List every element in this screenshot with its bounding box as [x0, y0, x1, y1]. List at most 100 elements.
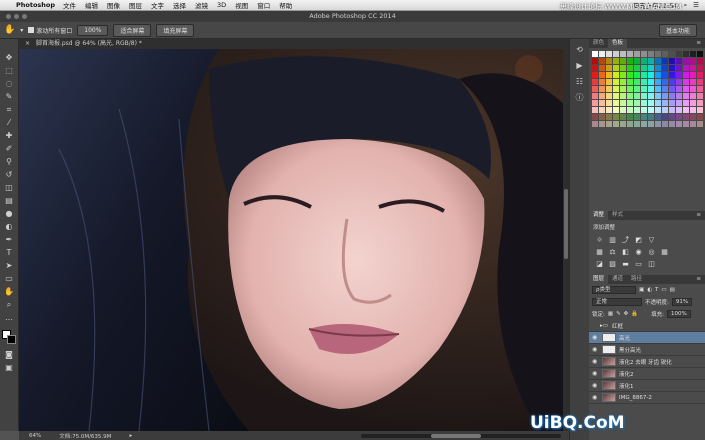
color-swatch[interactable] [634, 93, 640, 99]
color-swatch[interactable] [627, 86, 633, 92]
color-swatch[interactable] [662, 79, 668, 85]
menu-type[interactable]: 文字 [151, 0, 164, 10]
zoom-level[interactable]: 64% [29, 433, 41, 439]
color-swatch[interactable] [655, 100, 661, 106]
status-arrow-icon[interactable]: ▸ [129, 433, 132, 439]
color-swatch[interactable] [606, 72, 612, 78]
lock-pixels-icon[interactable]: ▦ [608, 311, 613, 317]
color-swatch[interactable] [655, 107, 661, 113]
color-swatch[interactable] [676, 114, 682, 120]
color-swatch[interactable] [613, 107, 619, 113]
color-swatch[interactable] [683, 51, 689, 57]
color-swatch[interactable] [592, 79, 598, 85]
color-swatch[interactable] [627, 121, 633, 127]
color-swatch[interactable] [592, 121, 598, 127]
brush-tool-icon[interactable]: ✐ [2, 142, 16, 155]
color-swatch[interactable] [683, 107, 689, 113]
layer-row[interactable]: ◉ IMG_8867-2 [589, 392, 705, 404]
color-swatch[interactable] [599, 86, 605, 92]
color-swatch[interactable] [606, 51, 612, 57]
visibility-eye-icon[interactable]: ◉ [592, 358, 600, 365]
color-swatch[interactable] [613, 114, 619, 120]
menu-filter[interactable]: 滤镜 [195, 0, 208, 10]
layer-filter-kind[interactable]: ρ类型 [592, 286, 636, 294]
color-swatch[interactable] [676, 100, 682, 106]
channel-mixer-icon[interactable]: ◎ [647, 248, 656, 256]
layer-row[interactable]: ▸ ▭ 红框 [589, 320, 705, 332]
menu-edit[interactable]: 编辑 [85, 0, 98, 10]
color-swatch[interactable] [676, 86, 682, 92]
minimize-window-button[interactable] [14, 14, 19, 19]
vibrance-icon[interactable]: ▽ [647, 236, 656, 244]
color-swatch[interactable] [613, 65, 619, 71]
color-swatch[interactable] [648, 107, 654, 113]
fit-screen-button[interactable]: 适合屏幕 [113, 23, 152, 37]
color-swatch[interactable] [620, 79, 626, 85]
properties-panel-icon[interactable]: ☷ [574, 75, 586, 87]
blur-tool-icon[interactable]: ● [2, 207, 16, 220]
color-swatch[interactable] [676, 93, 682, 99]
color-swatch[interactable] [683, 121, 689, 127]
move-tool-icon[interactable]: ✥ [2, 51, 16, 64]
exposure-icon[interactable]: ◩ [634, 236, 643, 244]
color-swatch[interactable] [669, 58, 675, 64]
color-swatch[interactable] [599, 93, 605, 99]
photo-filter-icon[interactable]: ◉ [634, 248, 643, 256]
curves-icon[interactable]: ⤴ [621, 236, 630, 244]
color-swatch[interactable] [634, 107, 640, 113]
color-swatch[interactable] [697, 100, 703, 106]
color-swatch[interactable] [648, 114, 654, 120]
color-swatch[interactable] [634, 51, 640, 57]
color-swatch[interactable] [627, 107, 633, 113]
color-swatch[interactable] [648, 93, 654, 99]
color-swatch[interactable] [592, 114, 598, 120]
color-swatch[interactable] [634, 65, 640, 71]
color-swatch[interactable] [599, 100, 605, 106]
color-swatch[interactable] [648, 79, 654, 85]
color-swatch[interactable] [662, 86, 668, 92]
menu-select[interactable]: 选择 [173, 0, 186, 10]
tab-adjustments[interactable]: 调整 [589, 211, 609, 220]
color-swatch[interactable] [620, 114, 626, 120]
color-swatch[interactable] [655, 58, 661, 64]
background-color-swatch[interactable] [7, 335, 16, 344]
color-swatch[interactable] [627, 65, 633, 71]
color-swatch[interactable] [599, 72, 605, 78]
invert-icon[interactable]: ◪ [595, 260, 604, 268]
clone-stamp-tool-icon[interactable]: ⚲ [2, 155, 16, 168]
color-swatch[interactable] [697, 79, 703, 85]
color-swatch[interactable] [662, 107, 668, 113]
tool-preset-dropdown[interactable]: ▾ [20, 27, 23, 34]
tab-color[interactable]: 颜色 [589, 39, 608, 48]
history-panel-icon[interactable]: ⟲ [574, 43, 586, 55]
color-swatch[interactable] [676, 58, 682, 64]
color-swatch[interactable] [676, 65, 682, 71]
color-swatch[interactable] [683, 79, 689, 85]
color-balance-icon[interactable]: ⚖ [608, 248, 617, 256]
type-tool-icon[interactable]: T [2, 246, 16, 259]
filter-smart-icon[interactable]: ▤ [670, 287, 675, 293]
color-swatch[interactable] [620, 58, 626, 64]
screen-mode-icon[interactable]: ▣ [2, 361, 16, 374]
color-swatch[interactable] [613, 58, 619, 64]
color-swatch[interactable] [627, 79, 633, 85]
color-swatch[interactable] [634, 114, 640, 120]
color-lookup-icon[interactable]: ▦ [660, 248, 669, 256]
zoom-100-button[interactable]: 100% [77, 24, 109, 36]
lock-all-icon[interactable]: 🔒 [631, 311, 638, 317]
color-swatch[interactable] [669, 72, 675, 78]
lasso-tool-icon[interactable]: ◌ [2, 77, 16, 90]
color-swatch[interactable] [697, 65, 703, 71]
color-swatch[interactable] [592, 72, 598, 78]
color-swatch[interactable] [697, 86, 703, 92]
color-swatch[interactable] [634, 86, 640, 92]
color-swatch[interactable] [697, 107, 703, 113]
color-swatch[interactable] [599, 114, 605, 120]
color-swatch[interactable] [676, 51, 682, 57]
menu-help[interactable]: 帮助 [279, 0, 292, 10]
quick-select-tool-icon[interactable]: ✎ [2, 90, 16, 103]
color-swatch[interactable] [599, 107, 605, 113]
color-swatch[interactable] [599, 51, 605, 57]
color-swatch[interactable] [606, 107, 612, 113]
info-panel-icon[interactable]: ⓘ [574, 91, 586, 103]
